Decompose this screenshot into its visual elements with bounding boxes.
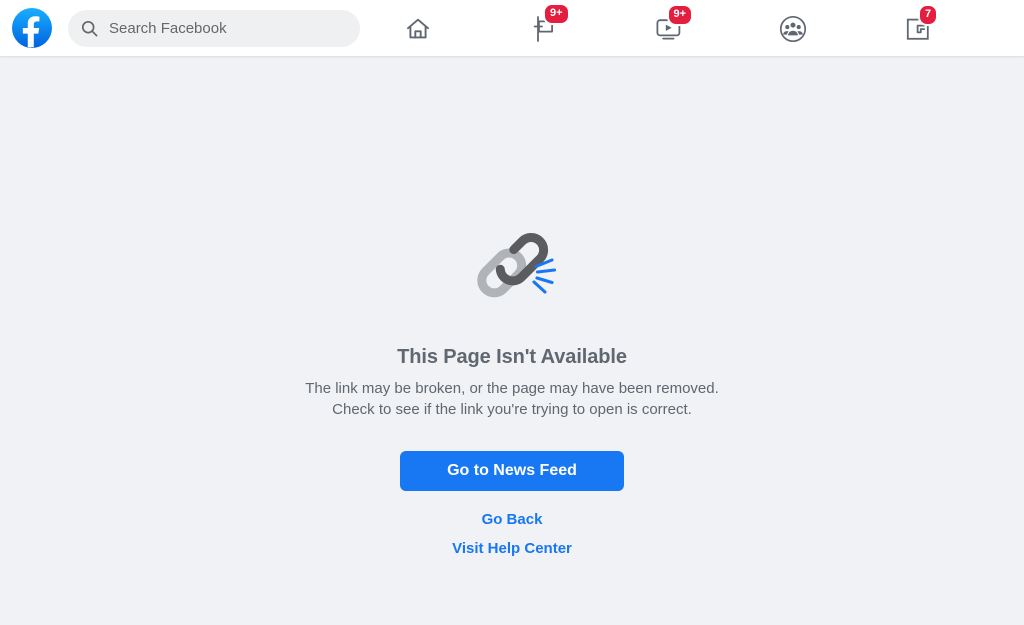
- page-description: The link may be broken, or the page may …: [305, 380, 719, 418]
- facebook-logo-icon[interactable]: [12, 8, 52, 48]
- badge-gaming: 7: [918, 4, 939, 26]
- nav-item-pages[interactable]: 9+: [517, 3, 573, 48]
- nav-icon-group: 9+ 9+ 7: [380, 0, 1024, 56]
- main-content-area: This Page Isn't Available The link may b…: [0, 56, 1024, 625]
- nav-item-home[interactable]: [390, 10, 446, 48]
- nav-item-gaming[interactable]: 7: [890, 4, 946, 48]
- groups-icon: [779, 15, 807, 43]
- home-icon: [404, 15, 432, 43]
- badge-watch: 9+: [666, 4, 694, 26]
- search-icon: [81, 20, 98, 37]
- flag-icon: 9+: [531, 3, 570, 44]
- nav-item-groups[interactable]: [765, 10, 821, 48]
- visit-help-center-link[interactable]: Visit Help Center: [282, 534, 742, 563]
- watch-icon: 9+: [654, 4, 694, 43]
- page-unavailable-panel: This Page Isn't Available The link may b…: [282, 210, 742, 563]
- gaming-icon: 7: [904, 4, 939, 43]
- broken-link-icon: [477, 233, 557, 298]
- search-input[interactable]: [109, 10, 339, 47]
- badge-pages: 9+: [543, 3, 570, 25]
- page-title: This Page Isn't Available: [397, 346, 627, 368]
- search-box[interactable]: [68, 10, 360, 47]
- nav-item-watch[interactable]: 9+: [640, 4, 696, 48]
- top-navigation-bar: 9+ 9+: [0, 0, 1024, 56]
- go-to-news-feed-button[interactable]: Go to News Feed: [400, 451, 624, 491]
- go-back-link[interactable]: Go Back: [282, 505, 742, 534]
